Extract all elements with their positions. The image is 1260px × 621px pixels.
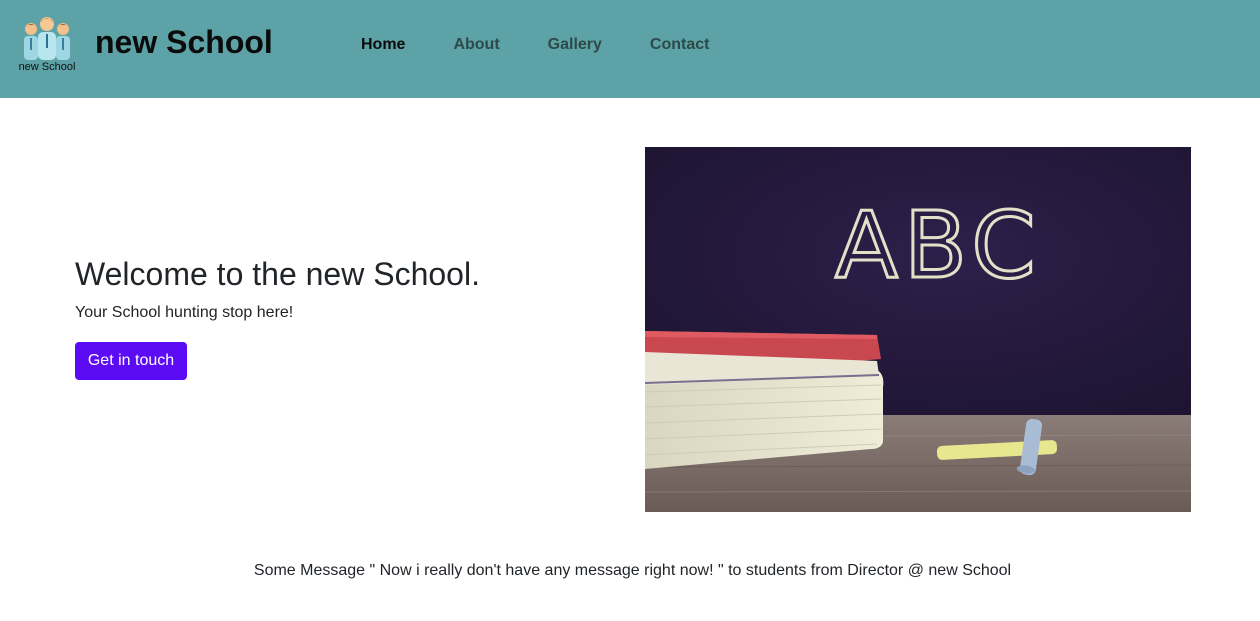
logo-text: new School xyxy=(18,61,76,73)
nav-about[interactable]: About xyxy=(453,36,499,54)
brand-title[interactable]: new School xyxy=(95,24,273,61)
logo[interactable]: new School xyxy=(14,14,80,76)
hero-image: ABC xyxy=(645,147,1191,512)
get-in-touch-button[interactable]: Get in touch xyxy=(75,342,187,380)
students-logo-icon xyxy=(24,17,70,60)
nav-contact[interactable]: Contact xyxy=(650,36,710,54)
nav-home[interactable]: Home xyxy=(361,36,405,54)
hero-subtitle: Your School hunting stop here! xyxy=(75,304,294,321)
site-header: new School new School Home About Gallery… xyxy=(0,0,1260,98)
chalkboard-text: ABC xyxy=(835,192,1042,299)
main-nav: Home About Gallery Contact xyxy=(361,36,757,54)
nav-gallery[interactable]: Gallery xyxy=(548,36,602,54)
director-message: Some Message " Now i really don't have a… xyxy=(253,562,1012,579)
hero-title: Welcome to the new School. xyxy=(75,256,480,292)
